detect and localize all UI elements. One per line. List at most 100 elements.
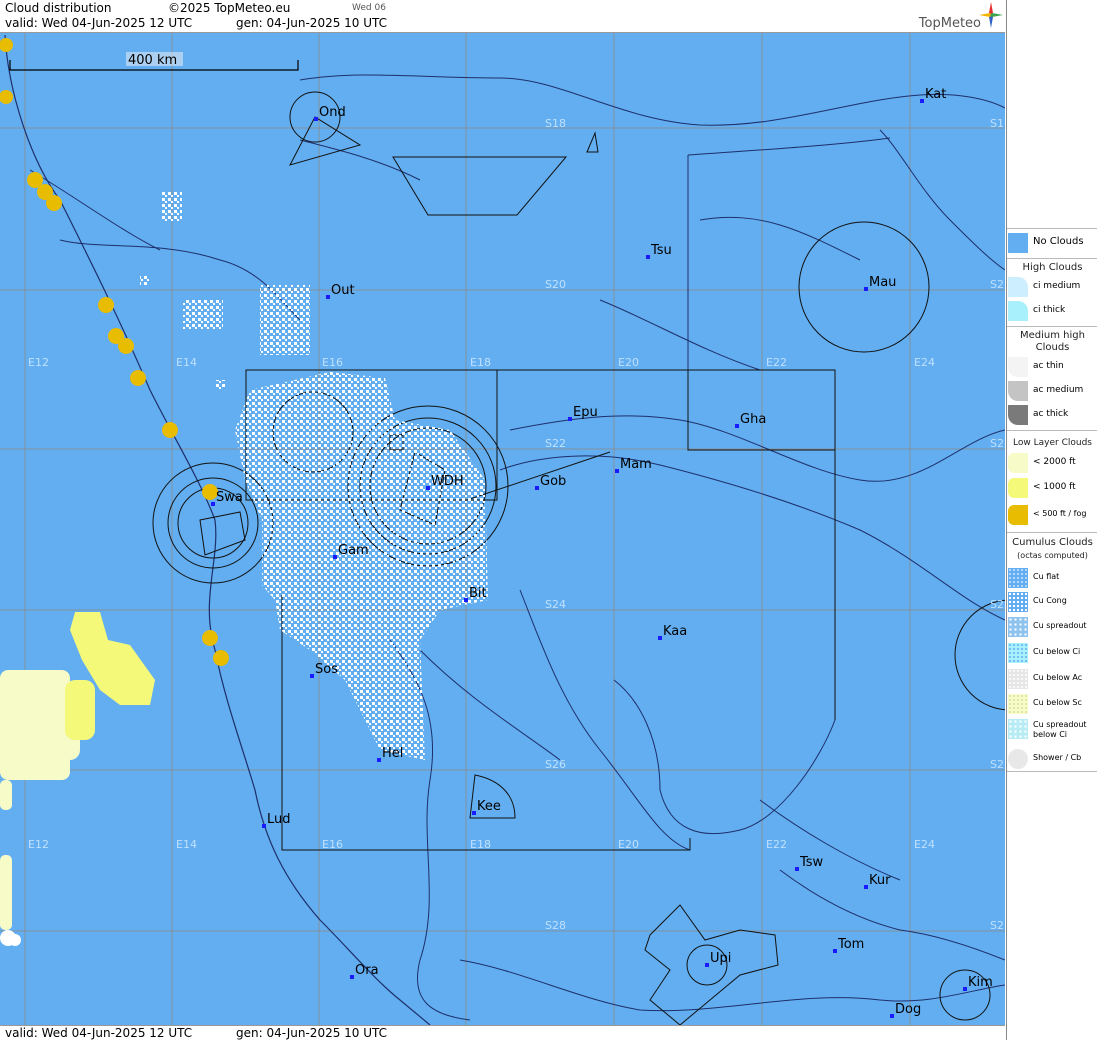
ci-thick-swatch	[1008, 301, 1028, 321]
place-marker	[377, 758, 381, 762]
legend-medium-title: Medium high Clouds	[1020, 330, 1085, 353]
place-label: Hel	[382, 746, 403, 761]
place-label: Tom	[837, 937, 864, 952]
place-kur[interactable]: Kur	[864, 873, 891, 889]
place-label: Ora	[355, 963, 379, 978]
legend-cu-title: Cumulus Clouds	[1012, 537, 1093, 548]
legend-shower: Shower / Cb	[1007, 748, 1097, 770]
svg-text:S2: S2	[990, 919, 1004, 932]
place-label: Kur	[869, 873, 891, 888]
copyright: ©2025 TopMeteo.eu	[168, 1, 291, 15]
legend-high-title: High Clouds	[1022, 262, 1083, 273]
legend-ac-medium: ac medium	[1007, 380, 1097, 402]
svg-text:E22: E22	[766, 838, 787, 851]
place-marker	[333, 555, 337, 559]
shower-cb-swatch	[1008, 749, 1028, 769]
place-marker	[795, 867, 799, 871]
place-ond[interactable]: Ond	[314, 105, 346, 121]
place-marker	[864, 287, 868, 291]
place-marker	[735, 424, 739, 428]
place-tsw[interactable]: Tsw	[795, 855, 824, 871]
place-marker	[314, 117, 318, 121]
scale-label: 400 km	[128, 53, 177, 68]
place-marker	[310, 674, 314, 678]
legend-cu-spreadout: Cu spreadout	[1007, 616, 1097, 638]
topmeteo-logo: TopMeteo	[918, 16, 981, 31]
svg-text:E18: E18	[470, 356, 491, 369]
ci-medium-swatch	[1008, 277, 1028, 297]
place-wdh[interactable]: WDH	[426, 474, 464, 490]
place-lud[interactable]: Lud	[262, 812, 291, 828]
legend-lt2000: < 2000 ft	[1007, 452, 1097, 474]
lt1000-swatch	[1008, 478, 1028, 498]
place-marker	[864, 885, 868, 889]
generated-time: gen: 04-Jun-2025 10 UTC	[236, 16, 388, 30]
place-gob[interactable]: Gob	[535, 474, 566, 490]
place-label: Epu	[573, 405, 598, 420]
place-dog[interactable]: Dog	[890, 1002, 921, 1018]
cu-below-ci-swatch	[1008, 643, 1028, 663]
place-label: Kat	[925, 87, 946, 102]
cloud-map[interactable]: 400 km E12 E14 E16 E18 E20 E22 E24 E12 E…	[0, 33, 1005, 1025]
svg-text:S1: S1	[990, 117, 1004, 130]
legend-lt1000: < 1000 ft	[1007, 477, 1097, 499]
legend-cu-below-ci: Cu below Ci	[1007, 642, 1097, 664]
place-label: Mam	[620, 457, 652, 472]
place-marker	[963, 987, 967, 991]
legend-panel: No Clouds High Clouds ci medium ci thick…	[1006, 0, 1097, 1040]
day-tab[interactable]: Wed 06	[352, 3, 386, 13]
place-label: Kaa	[663, 624, 687, 639]
svg-text:S26: S26	[545, 758, 566, 771]
place-marker	[568, 417, 572, 421]
place-sos[interactable]: Sos	[310, 662, 338, 678]
place-marker	[464, 598, 468, 602]
place-mau[interactable]: Mau	[864, 275, 896, 291]
footer-bar: valid: Wed 04-Jun-2025 12 UTC gen: 04-Ju…	[0, 1025, 1005, 1041]
place-ora[interactable]: Ora	[350, 963, 379, 979]
place-out[interactable]: Out	[326, 283, 355, 299]
svg-text:E24: E24	[914, 838, 935, 851]
ac-thick-swatch	[1008, 405, 1028, 425]
lt2000-swatch	[1008, 453, 1028, 473]
place-label: Upi	[710, 951, 731, 966]
place-mam[interactable]: Mam	[615, 457, 652, 473]
place-label: Gob	[540, 474, 566, 489]
svg-text:E14: E14	[176, 356, 197, 369]
legend-cu-below-ac: Cu below Ac	[1007, 668, 1097, 690]
svg-text:E22: E22	[766, 356, 787, 369]
place-label: Kim	[968, 975, 993, 990]
place-kaa[interactable]: Kaa	[658, 624, 687, 640]
lt500-swatch	[1008, 505, 1028, 525]
cu-spreadout-swatch	[1008, 617, 1028, 637]
legend-ac-thick: ac thick	[1007, 404, 1097, 426]
place-marker	[705, 963, 709, 967]
place-kim[interactable]: Kim	[963, 975, 993, 991]
place-gha[interactable]: Gha	[735, 412, 766, 428]
place-label: Tsw	[799, 855, 824, 870]
svg-text:S18: S18	[545, 117, 566, 130]
svg-text:E20: E20	[618, 838, 639, 851]
place-swa[interactable]: Swa	[211, 490, 243, 506]
ac-thin-swatch	[1008, 357, 1028, 377]
place-gam[interactable]: Gam	[333, 543, 369, 559]
compass-icon	[979, 2, 1003, 28]
place-epu[interactable]: Epu	[568, 405, 598, 421]
cu-below-ac-swatch	[1008, 669, 1028, 689]
place-marker	[262, 824, 266, 828]
header-bar: Cloud distribution ©2025 TopMeteo.eu Wed…	[0, 0, 1005, 33]
place-marker	[426, 486, 430, 490]
cu-flat-swatch	[1008, 568, 1028, 588]
cu-cong-swatch	[1008, 592, 1028, 612]
place-marker	[472, 811, 476, 815]
legend-cu-flat: Cu flat	[1007, 567, 1097, 589]
map-title: Cloud distribution	[5, 1, 112, 15]
place-label: Dog	[895, 1002, 921, 1017]
place-label: Kee	[477, 799, 501, 814]
svg-text:S2: S2	[990, 437, 1004, 450]
place-kee[interactable]: Kee	[472, 799, 501, 815]
place-marker	[646, 255, 650, 259]
legend-cu-below-sc: Cu below Sc	[1007, 693, 1097, 715]
place-marker	[350, 975, 354, 979]
place-tom[interactable]: Tom	[833, 937, 864, 953]
svg-text:E24: E24	[914, 356, 935, 369]
